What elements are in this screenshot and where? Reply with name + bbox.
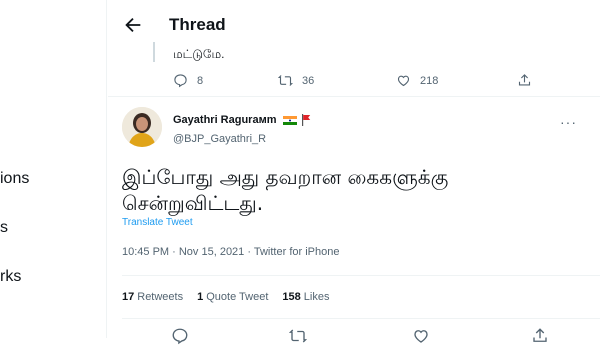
share-button[interactable] xyxy=(517,73,541,88)
quotes-count: 1 xyxy=(197,291,204,303)
left-nav: ions s rks xyxy=(0,0,107,338)
page-title: Thread xyxy=(169,15,226,34)
india-flag-icon xyxy=(282,115,297,125)
author-handle[interactable]: @BJP_Gayathri_R xyxy=(173,133,266,145)
tweet-text-line-1: இப்போது அது தவறான கைகளுக்கு xyxy=(122,165,449,189)
like-button[interactable] xyxy=(412,327,430,350)
author-display-name: Gayathri Ragurамm xyxy=(173,114,277,126)
like-button[interactable]: 218 xyxy=(396,73,438,88)
back-arrow-icon[interactable] xyxy=(122,14,144,36)
divider xyxy=(108,96,600,97)
translate-tweet-link[interactable]: Translate Tweet xyxy=(122,217,193,228)
like-icon xyxy=(397,75,410,87)
divider xyxy=(122,275,600,276)
retweet-button[interactable]: 36 xyxy=(278,73,314,88)
red-flag-icon xyxy=(301,114,311,126)
thread-header: Thread xyxy=(108,0,600,50)
avatar-image xyxy=(122,107,162,147)
share-icon xyxy=(518,74,531,86)
retweets-label: Retweets xyxy=(137,291,184,303)
retweet-count: 36 xyxy=(302,74,315,87)
tweet-stats: 17 Retweets 1 Quote Tweet 158 Likes xyxy=(122,291,343,303)
likes-stat[interactable]: 158 Likes xyxy=(282,291,329,303)
quotes-label: Quote Tweet xyxy=(206,291,269,303)
nav-item-bookmarks[interactable]: rks xyxy=(0,268,21,286)
tweet-text: இப்போது அது தவறான கைகளுக்கு சென்றுவிட்டத… xyxy=(122,164,582,216)
reply-icon xyxy=(172,328,188,345)
reply-icon xyxy=(174,74,187,88)
tweet-timestamp[interactable]: 10:45 PM · Nov 15, 2021 · Twitter for iP… xyxy=(122,246,339,258)
more-options-icon[interactable]: ··· xyxy=(560,114,577,130)
share-button[interactable] xyxy=(531,327,549,350)
divider xyxy=(122,318,600,319)
author-name[interactable]: Gayathri Ragurамm xyxy=(173,114,311,126)
retweet-icon xyxy=(278,75,293,86)
like-count: 218 xyxy=(420,74,439,87)
reply-count: 8 xyxy=(197,74,204,87)
like-icon xyxy=(414,330,428,343)
nav-item-messages[interactable]: s xyxy=(0,219,8,237)
reply-button[interactable]: 8 xyxy=(173,73,203,88)
likes-count: 158 xyxy=(282,291,301,303)
share-icon xyxy=(533,328,547,342)
tweet-text-line-2: சென்றுவிட்டது. xyxy=(122,191,264,215)
likes-label: Likes xyxy=(303,291,330,303)
main-column: Thread மட்டுமே. 8 36 218 Gayathri Ragurа… xyxy=(108,0,600,345)
retweets-stat[interactable]: 17 Retweets xyxy=(122,291,183,303)
reply-button[interactable] xyxy=(171,327,189,350)
retweet-button[interactable] xyxy=(288,327,308,350)
retweet-icon xyxy=(288,329,308,343)
previous-tweet-text: மட்டுமே. xyxy=(173,47,225,61)
thread-connector-line xyxy=(153,42,155,62)
avatar[interactable] xyxy=(122,107,162,147)
nav-item-notifications[interactable]: ions xyxy=(0,170,29,188)
quote-tweets-stat[interactable]: 1 Quote Tweet xyxy=(197,291,268,303)
retweets-count: 17 xyxy=(122,291,135,303)
